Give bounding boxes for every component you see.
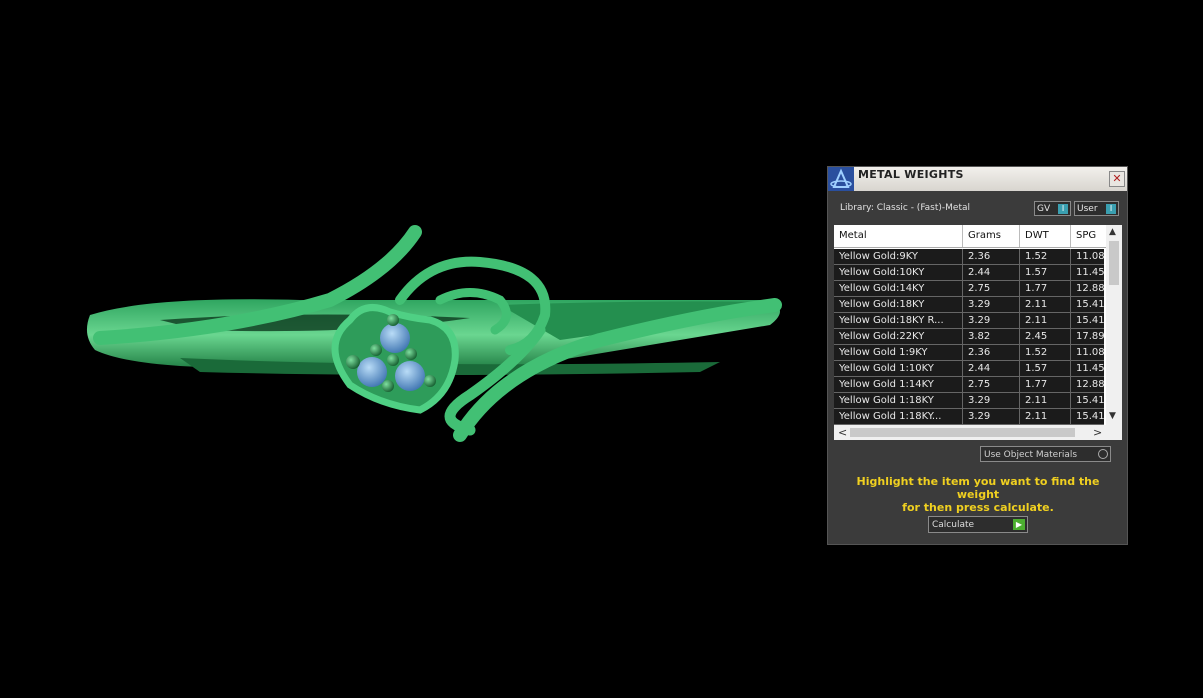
table-cell: 1.77 (1020, 377, 1071, 392)
scroll-thumb[interactable] (850, 428, 1075, 437)
table-row[interactable]: Yellow Gold:22KY 3.82 2.45 17.89 (834, 329, 1116, 345)
table-row[interactable]: Yellow Gold:18KY 3.29 2.11 15.41 (834, 297, 1116, 313)
calculate-button[interactable]: Calculate ▶ (928, 516, 1028, 533)
table-header: Metal Grams DWT SPG (834, 225, 1116, 248)
table-cell: 3.29 (963, 393, 1020, 408)
table-row[interactable]: Yellow Gold 1:14KY 2.75 1.77 12.88 (834, 377, 1116, 393)
toggle-knob-icon: I (1106, 204, 1116, 214)
table-cell: 2.11 (1020, 409, 1071, 424)
table-cell: 1.57 (1020, 361, 1071, 376)
metal-weights-panel: METAL WEIGHTS ✕ Library: Classic - (Fast… (827, 166, 1128, 545)
play-arrow-icon: ▶ (1013, 519, 1025, 530)
table-row[interactable]: Yellow Gold:9KY 2.36 1.52 11.08 (834, 249, 1116, 265)
instruction-line-1: Highlight the item you want to find the … (856, 475, 1100, 501)
vertical-scrollbar[interactable]: ▲ ▼ (1106, 225, 1122, 425)
gv-toggle[interactable]: GV I (1034, 201, 1071, 216)
scroll-up-icon[interactable]: ▲ (1109, 227, 1116, 237)
3d-viewport[interactable]: METAL WEIGHTS ✕ Library: Classic - (Fast… (0, 0, 1203, 698)
column-header-metal[interactable]: Metal (834, 225, 963, 247)
table-row[interactable]: Yellow Gold 1:10KY 2.44 1.57 11.45 (834, 361, 1116, 377)
table-cell: Yellow Gold:9KY (834, 249, 963, 264)
scroll-right-icon[interactable]: > (1093, 425, 1102, 440)
table-row[interactable]: Yellow Gold 1:18KY 3.29 2.11 15.41 (834, 393, 1116, 409)
table-cell: 3.29 (963, 313, 1020, 328)
table-cell: 2.44 (963, 265, 1020, 280)
table-cell: Yellow Gold:18KY R... (834, 313, 963, 328)
table-cell: 3.29 (963, 409, 1020, 424)
table-cell: 2.11 (1020, 297, 1071, 312)
table-cell: 2.36 (963, 345, 1020, 360)
scroll-down-icon[interactable]: ▼ (1109, 411, 1116, 421)
horizontal-scrollbar[interactable]: < > (834, 425, 1122, 440)
close-icon[interactable]: ✕ (1109, 171, 1125, 187)
table-row[interactable]: Yellow Gold:18KY R... 3.29 2.11 15.41 (834, 313, 1116, 329)
use-object-materials-option[interactable]: Use Object Materials (980, 446, 1111, 462)
scroll-thumb[interactable] (1109, 241, 1119, 285)
table-cell: 1.52 (1020, 249, 1071, 264)
instruction-text: Highlight the item you want to find the … (838, 475, 1118, 514)
table-row[interactable]: Yellow Gold:10KY 2.44 1.57 11.45 (834, 265, 1116, 281)
table-cell: 2.36 (963, 249, 1020, 264)
table-cell: Yellow Gold 1:14KY (834, 377, 963, 392)
panel-titlebar[interactable]: METAL WEIGHTS ✕ (828, 167, 1127, 191)
table-cell: 2.11 (1020, 313, 1071, 328)
table-row[interactable]: Yellow Gold:14KY 2.75 1.77 12.88 (834, 281, 1116, 297)
table-cell: Yellow Gold 1:18KY... (834, 409, 963, 424)
scroll-left-icon[interactable]: < (838, 425, 847, 440)
table-row[interactable]: Yellow Gold 1:18KY... 3.29 2.11 15.41 (834, 409, 1116, 425)
panel-title: METAL WEIGHTS (858, 168, 964, 181)
table-cell: Yellow Gold 1:18KY (834, 393, 963, 408)
use-object-materials-label: Use Object Materials (984, 450, 1078, 460)
user-toggle[interactable]: User I (1074, 201, 1119, 216)
table-cell: 2.11 (1020, 393, 1071, 408)
library-label: Library: Classic - (Fast)-Metal (840, 203, 971, 213)
column-header-grams[interactable]: Grams (963, 225, 1020, 247)
calculate-label: Calculate (932, 520, 975, 530)
table-cell: Yellow Gold 1:9KY (834, 345, 963, 360)
table-cell: 2.75 (963, 377, 1020, 392)
radio-icon[interactable] (1098, 449, 1108, 459)
table-cell: 2.75 (963, 281, 1020, 296)
table-cell: 3.82 (963, 329, 1020, 344)
table-cell: Yellow Gold:18KY (834, 297, 963, 312)
table-cell: Yellow Gold:22KY (834, 329, 963, 344)
gv-toggle-label: GV (1037, 204, 1051, 214)
table-cell: Yellow Gold 1:10KY (834, 361, 963, 376)
instruction-line-2: for then press calculate. (902, 501, 1054, 514)
table-cell: 1.57 (1020, 265, 1071, 280)
column-header-dwt[interactable]: DWT (1020, 225, 1071, 247)
table-cell: 2.45 (1020, 329, 1071, 344)
table-cell: 2.44 (963, 361, 1020, 376)
ring-model (86, 225, 782, 442)
table-cell: Yellow Gold:14KY (834, 281, 963, 296)
toggle-knob-icon: I (1058, 204, 1068, 214)
user-toggle-label: User (1077, 204, 1098, 214)
table-cell: 1.52 (1020, 345, 1071, 360)
table-cell: 3.29 (963, 297, 1020, 312)
metal-weights-table: Metal Grams DWT SPG Yellow Gold:9KY 2.36 1… (834, 225, 1122, 440)
table-cell: 1.77 (1020, 281, 1071, 296)
app-logo-icon (828, 167, 854, 191)
table-cell: Yellow Gold:10KY (834, 265, 963, 280)
table-row[interactable]: Yellow Gold 1:9KY 2.36 1.52 11.08 (834, 345, 1116, 361)
